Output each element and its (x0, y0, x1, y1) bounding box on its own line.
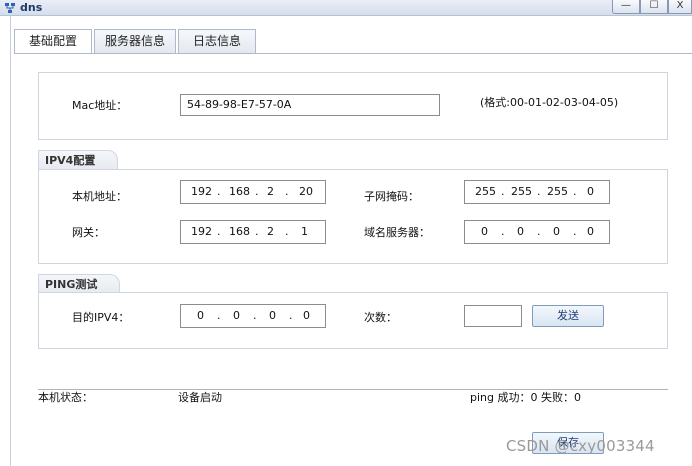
ip-octet: 0 (553, 225, 560, 238)
local-address-input[interactable]: 192 . 168 . 2 . 20 (180, 180, 326, 204)
status-label: 本机状态： (38, 391, 93, 404)
ip-octet: 255 (511, 185, 532, 198)
ip-octet: 2 (267, 185, 274, 198)
local-address-label: 本机地址： (72, 190, 127, 203)
subnet-mask-input[interactable]: 255 . 255 . 255 . 0 (464, 180, 610, 204)
send-button[interactable]: 发送 (532, 305, 604, 327)
watermark: CSDN @cxy003344 (506, 437, 655, 455)
ip-octet: 0 (197, 309, 204, 322)
close-button[interactable]: X (668, 0, 692, 14)
ping-count-label: 次数： (364, 311, 397, 324)
ip-octet: 192 (191, 185, 212, 198)
ip-octet: 0 (269, 309, 276, 322)
tab-log-info[interactable]: 日志信息 (178, 29, 256, 53)
ping-count-input[interactable] (464, 305, 522, 327)
status-value: 设备启动 (178, 391, 222, 404)
ping-legend: PING测试 (38, 274, 121, 294)
mac-format-hint: (格式:00-01-02-03-04-05) (480, 96, 619, 109)
ip-octet: 0 (517, 225, 524, 238)
ip-octet: 0 (587, 225, 594, 238)
mac-label: Mac地址： (72, 99, 128, 112)
gateway-label: 网关： (72, 226, 105, 239)
ip-octet: 168 (229, 185, 250, 198)
dns-label: 域名服务器： (364, 226, 430, 239)
ip-octet: 0 (587, 185, 594, 198)
ip-octet: 168 (229, 225, 250, 238)
status-divider (38, 389, 668, 391)
subnet-mask-label: 子网掩码： (364, 190, 419, 203)
ip-octet: 192 (191, 225, 212, 238)
ip-octet: 0 (233, 309, 240, 322)
ipv4-legend: IPV4配置 (38, 150, 119, 170)
ip-octet: 255 (547, 185, 568, 198)
network-icon (5, 3, 15, 13)
ping-target-label: 目的IPV4： (72, 311, 130, 324)
ip-octet: 2 (267, 225, 274, 238)
ping-result: ping 成功：0 失败：0 (470, 391, 581, 404)
tab-server-info[interactable]: 服务器信息 (94, 29, 176, 53)
gateway-input[interactable]: 192 . 168 . 2 . 1 (180, 220, 326, 244)
tab-basic-config[interactable]: 基础配置 (14, 29, 92, 54)
ip-octet: 0 (481, 225, 488, 238)
tab-divider (14, 53, 692, 54)
ip-octet: 1 (301, 225, 308, 238)
maximize-button[interactable]: ☐ (640, 0, 668, 14)
ip-octet: 0 (303, 309, 310, 322)
dns-input[interactable]: 0 . 0 . 0 . 0 (464, 220, 610, 244)
mac-input[interactable]: 54-89-98-E7-57-0A (180, 94, 440, 116)
minimize-button[interactable]: — (612, 0, 640, 14)
ip-octet: 255 (475, 185, 496, 198)
ip-octet: 20 (299, 185, 313, 198)
window-title: dns (20, 1, 43, 14)
title-bar: dns — ☐ X (0, 0, 692, 16)
ping-target-input[interactable]: 0 . 0 . 0 . 0 (180, 304, 326, 328)
